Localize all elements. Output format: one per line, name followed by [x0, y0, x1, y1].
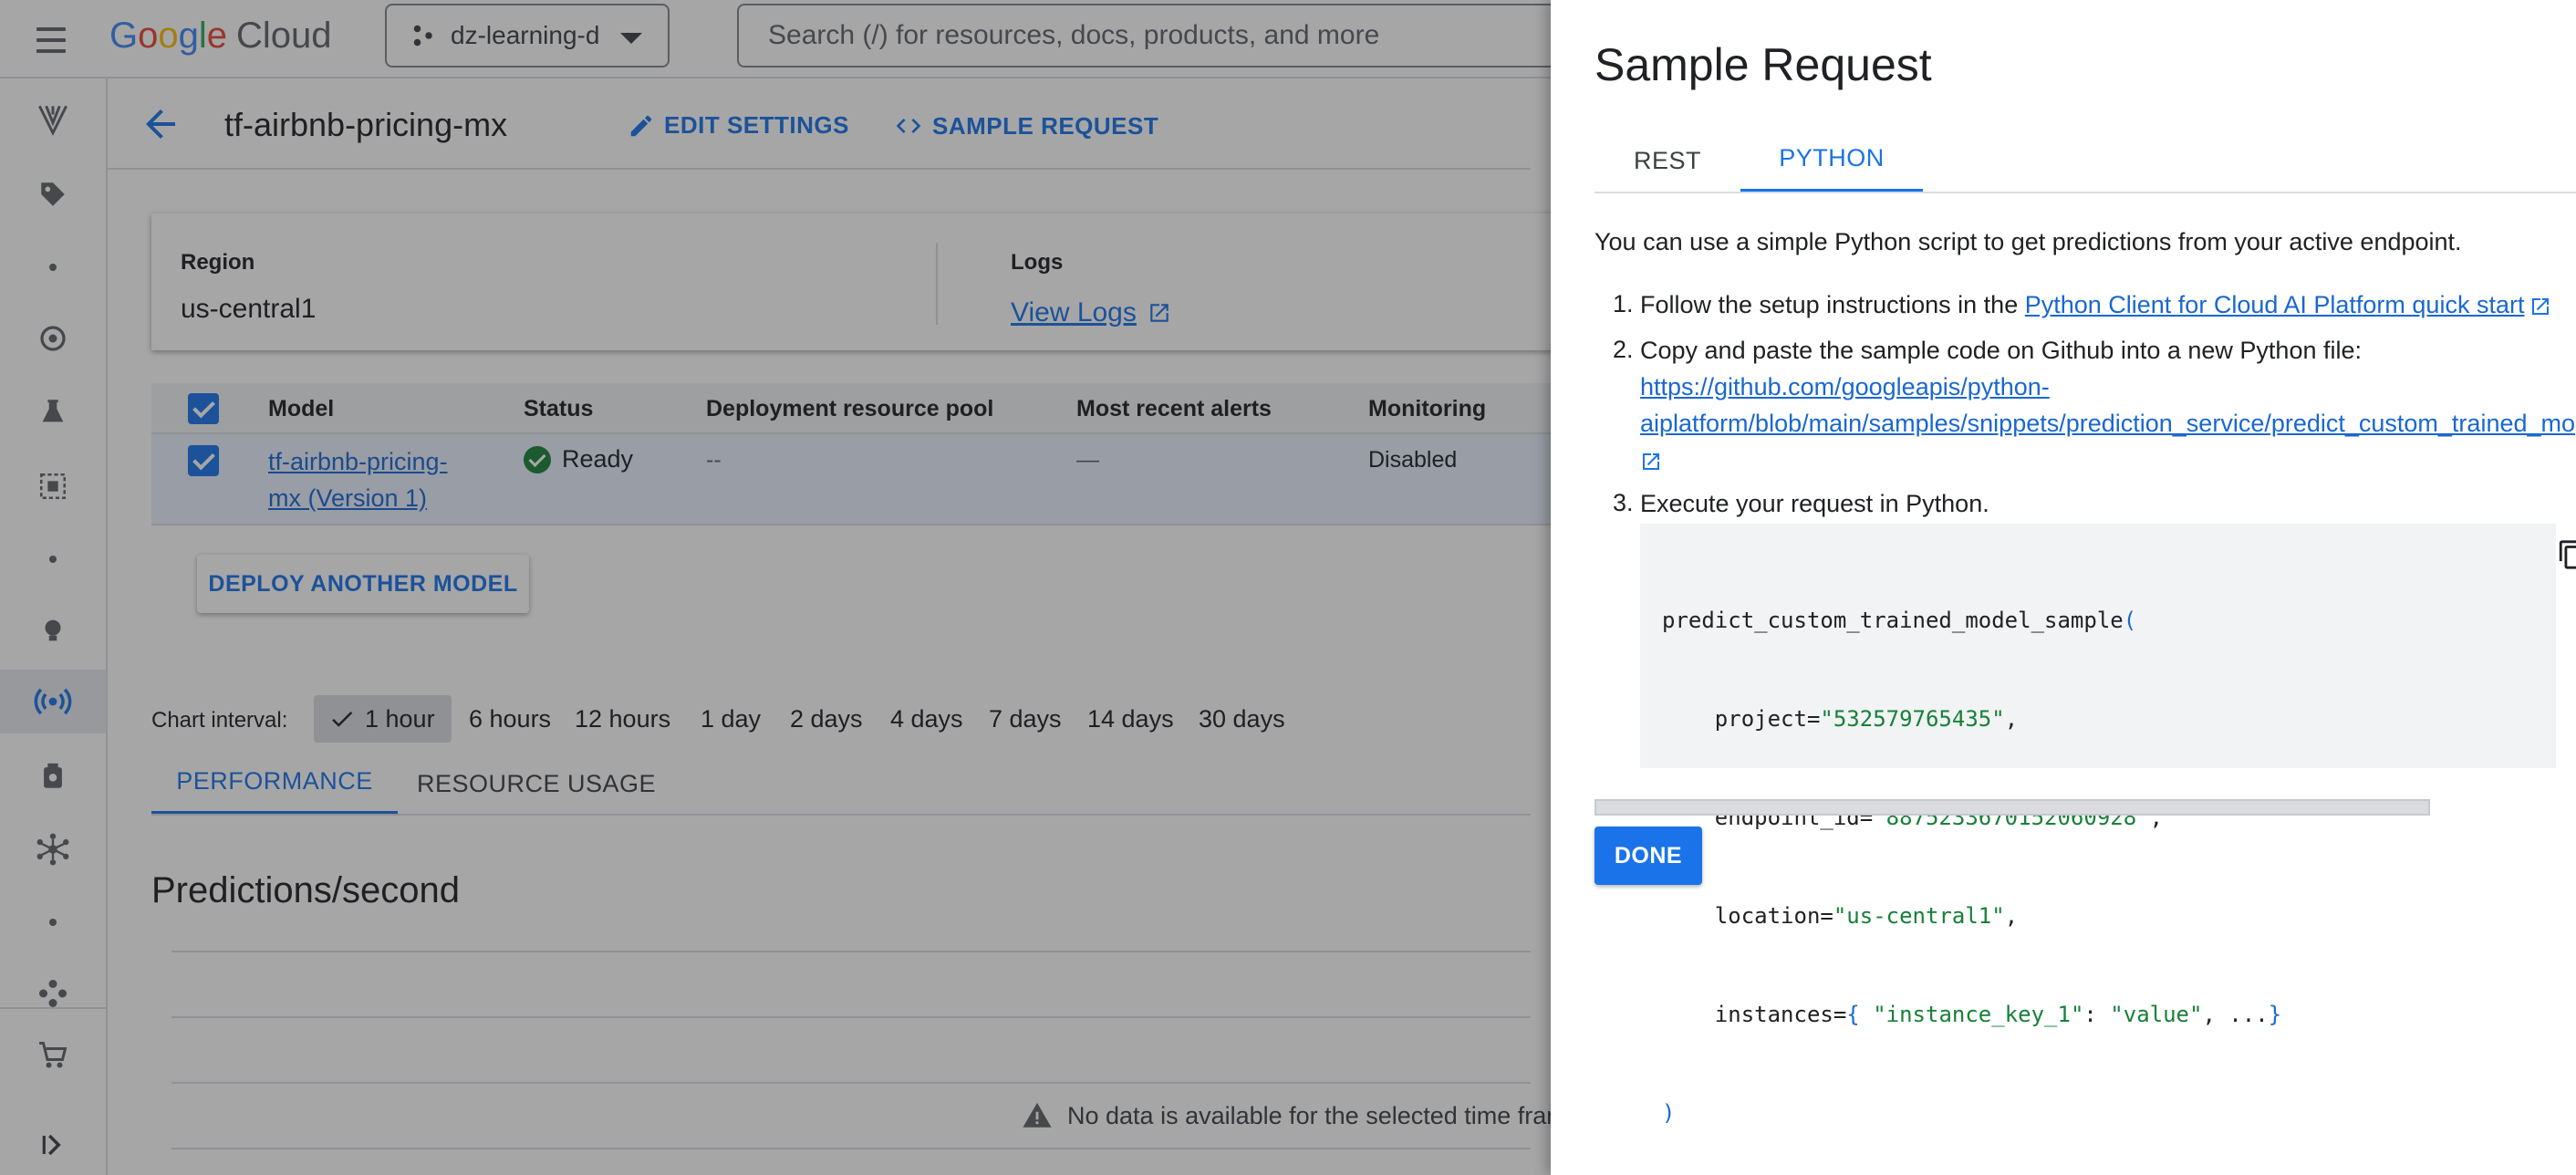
step-number: 2. — [1613, 336, 1634, 363]
intro-text: You can use a simple Python script to ge… — [1594, 228, 2462, 255]
step-number: 1. — [1613, 290, 1634, 317]
step-3: Execute your request in Python. — [1640, 490, 1989, 517]
tab-rest[interactable]: REST — [1594, 128, 1740, 193]
modal-scrim[interactable] — [0, 0, 1551, 1175]
copy-icon[interactable] — [2552, 535, 2576, 575]
quickstart-link[interactable]: Python Client for Cloud AI Platform quic… — [2025, 291, 2525, 318]
step-number: 3. — [1613, 489, 1634, 516]
panel-title: Sample Request — [1594, 39, 1932, 90]
tab-python[interactable]: PYTHON — [1740, 128, 1923, 193]
done-button[interactable]: DONE — [1594, 827, 1702, 885]
sample-request-panel: Sample Request REST PYTHON You can use a… — [1551, 0, 2576, 1175]
open-in-new-icon — [2532, 297, 2550, 315]
step-1: Follow the setup instructions in the Pyt… — [1640, 286, 2551, 323]
panel-tabs-divider — [1594, 192, 2576, 193]
github-sample-link[interactable]: https://github.com/googleapis/python- ai… — [1640, 373, 2575, 437]
open-in-new-icon[interactable] — [1640, 451, 1662, 473]
code-sample[interactable]: predict_custom_trained_model_sample( pro… — [1640, 524, 2576, 1126]
horizontal-scrollbar[interactable] — [1594, 799, 2430, 816]
step-2: Copy and paste the sample code on Github… — [1640, 332, 2575, 478]
